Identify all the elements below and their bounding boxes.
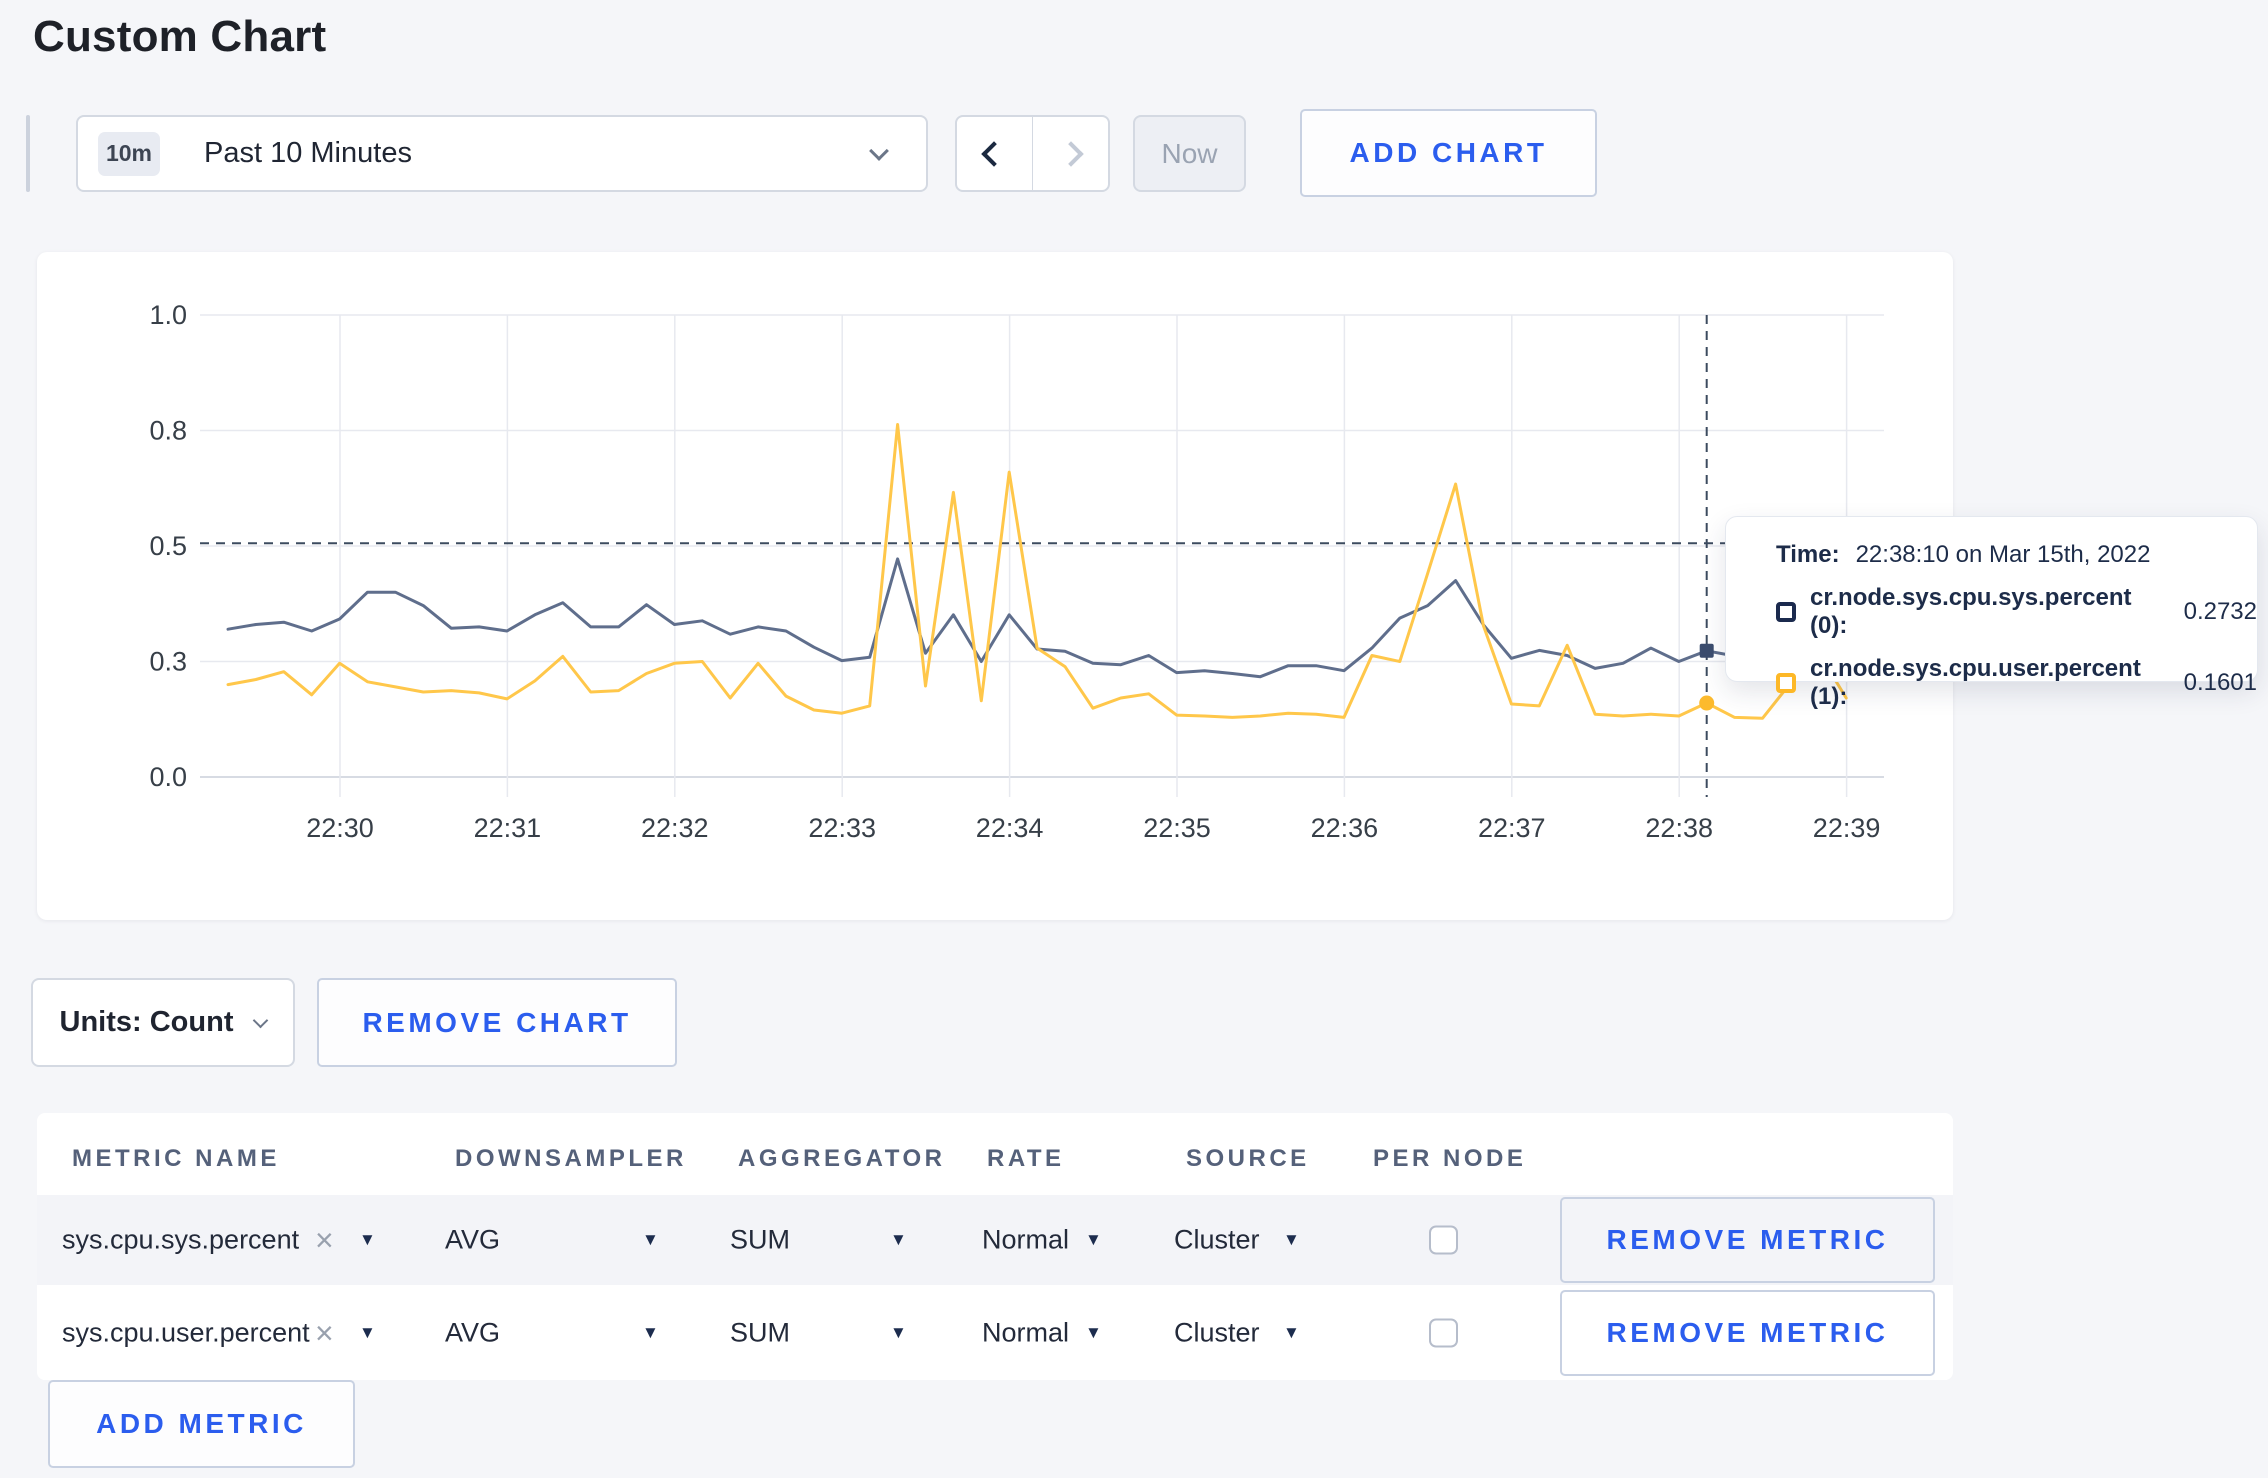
source-select[interactable]: Cluster	[1174, 1317, 1260, 1348]
units-label: Units: Count	[59, 1006, 234, 1038]
svg-text:22:39: 22:39	[1813, 813, 1881, 843]
aggregator-select[interactable]: SUM	[730, 1225, 790, 1256]
tooltip-series-value: 0.2732	[2183, 598, 2257, 625]
tooltip-time-row: Time: 22:38:10 on Mar 15th, 2022	[1776, 541, 2257, 569]
chevron-down-icon	[869, 140, 889, 161]
svg-text:22:30: 22:30	[306, 813, 374, 843]
downsampler-select[interactable]: AVG	[445, 1317, 500, 1348]
caret-down-icon[interactable]: ▼	[642, 1230, 659, 1250]
chart-tooltip: Time: 22:38:10 on Mar 15th, 2022 cr.node…	[1725, 516, 2258, 710]
add-chart-button[interactable]: ADD CHART	[1300, 109, 1597, 197]
chevron-down-icon	[253, 1012, 269, 1029]
metric-row: sys.cpu.user.percent × ▼ AVG ▼ SUM ▼ Nor…	[37, 1285, 1953, 1380]
rate-select[interactable]: Normal	[982, 1225, 1069, 1256]
svg-text:22:38: 22:38	[1645, 813, 1713, 843]
units-dropdown[interactable]: Units: Count	[31, 978, 295, 1067]
column-header-per-node: PER NODE	[1373, 1145, 1527, 1172]
caret-down-icon[interactable]: ▼	[1085, 1230, 1102, 1250]
svg-text:22:31: 22:31	[474, 813, 542, 843]
svg-text:1.0: 1.0	[149, 300, 187, 330]
per-node-checkbox[interactable]	[1429, 1225, 1458, 1255]
chevron-right-icon	[1058, 140, 1084, 167]
chart-card: 0.0 0.3 0.5 0.8 1.0 22:30 22:31 22:32 22:33 22:34…	[37, 252, 1953, 920]
svg-text:0.3: 0.3	[149, 647, 187, 677]
column-header-metric-name: METRIC NAME	[72, 1145, 280, 1172]
svg-text:22:33: 22:33	[808, 813, 876, 843]
tooltip-time-label: Time:	[1776, 541, 1840, 568]
metric-name-value[interactable]: sys.cpu.user.percent	[62, 1317, 310, 1348]
chevron-left-icon	[981, 140, 1007, 167]
remove-metric-x-icon[interactable]: ×	[315, 1317, 334, 1349]
add-metric-button[interactable]: ADD METRIC	[48, 1380, 355, 1468]
tooltip-series-name: cr.node.sys.cpu.sys.percent (0):	[1810, 584, 2132, 639]
svg-text:22:34: 22:34	[976, 813, 1044, 843]
remove-metric-button[interactable]: REMOVE METRIC	[1560, 1197, 1935, 1283]
tooltip-series-name: cr.node.sys.cpu.user.percent (1):	[1810, 655, 2141, 710]
rate-select[interactable]: Normal	[982, 1317, 1069, 1348]
tooltip-series-row: cr.node.sys.cpu.user.percent (1): 0.1601	[1776, 655, 2257, 711]
caret-down-icon[interactable]: ▼	[890, 1230, 907, 1250]
per-node-checkbox[interactable]	[1429, 1318, 1458, 1347]
svg-text:22:35: 22:35	[1143, 813, 1211, 843]
column-header-source: SOURCE	[1186, 1145, 1310, 1172]
tooltip-series-value: 0.1601	[2183, 669, 2257, 696]
toolbar-divider	[26, 115, 30, 192]
tooltip-swatch-user	[1776, 673, 1796, 693]
metrics-table: METRIC NAME DOWNSAMPLER AGGREGATOR RATE …	[37, 1113, 1953, 1380]
time-range-dropdown[interactable]: 10m Past 10 Minutes	[76, 115, 928, 192]
prev-time-button[interactable]	[957, 117, 1032, 190]
caret-down-icon[interactable]: ▼	[890, 1323, 907, 1343]
page-title: Custom Chart	[33, 12, 327, 61]
caret-down-icon[interactable]: ▼	[1283, 1323, 1300, 1343]
caret-down-icon[interactable]: ▼	[642, 1323, 659, 1343]
source-select[interactable]: Cluster	[1174, 1225, 1260, 1256]
tooltip-swatch-sys	[1776, 602, 1796, 622]
now-button[interactable]: Now	[1133, 115, 1246, 192]
svg-text:0.8: 0.8	[149, 416, 187, 446]
svg-text:22:32: 22:32	[641, 813, 709, 843]
tooltip-time-value: 22:38:10 on Mar 15th, 2022	[1855, 541, 2151, 568]
column-header-rate: RATE	[987, 1145, 1065, 1172]
cpu-chart[interactable]: 0.0 0.3 0.5 0.8 1.0 22:30 22:31 22:32 22:33 22:34…	[37, 252, 1953, 920]
time-range-badge: 10m	[98, 131, 160, 176]
remove-metric-button[interactable]: REMOVE METRIC	[1560, 1289, 1935, 1376]
time-nav-group	[955, 115, 1110, 192]
next-time-button[interactable]	[1033, 117, 1108, 190]
svg-text:0.5: 0.5	[149, 531, 187, 561]
column-header-downsampler: DOWNSAMPLER	[455, 1145, 687, 1172]
caret-down-icon[interactable]: ▼	[359, 1230, 376, 1250]
caret-down-icon[interactable]: ▼	[1283, 1230, 1300, 1250]
svg-text:22:37: 22:37	[1478, 813, 1546, 843]
remove-chart-button[interactable]: REMOVE CHART	[317, 978, 677, 1067]
tooltip-series-row: cr.node.sys.cpu.sys.percent (0): 0.2732	[1776, 584, 2257, 640]
svg-text:0.0: 0.0	[149, 762, 187, 792]
column-header-aggregator: AGGREGATOR	[738, 1145, 946, 1172]
caret-down-icon[interactable]: ▼	[359, 1323, 376, 1343]
time-range-label: Past 10 Minutes	[204, 137, 412, 169]
caret-down-icon[interactable]: ▼	[1085, 1323, 1102, 1343]
downsampler-select[interactable]: AVG	[445, 1225, 500, 1256]
svg-text:22:36: 22:36	[1311, 813, 1379, 843]
remove-metric-x-icon[interactable]: ×	[315, 1224, 334, 1256]
metric-row: sys.cpu.sys.percent × ▼ AVG ▼ SUM ▼ Norm…	[37, 1195, 1953, 1285]
metric-name-value[interactable]: sys.cpu.sys.percent	[62, 1225, 299, 1256]
aggregator-select[interactable]: SUM	[730, 1317, 790, 1348]
